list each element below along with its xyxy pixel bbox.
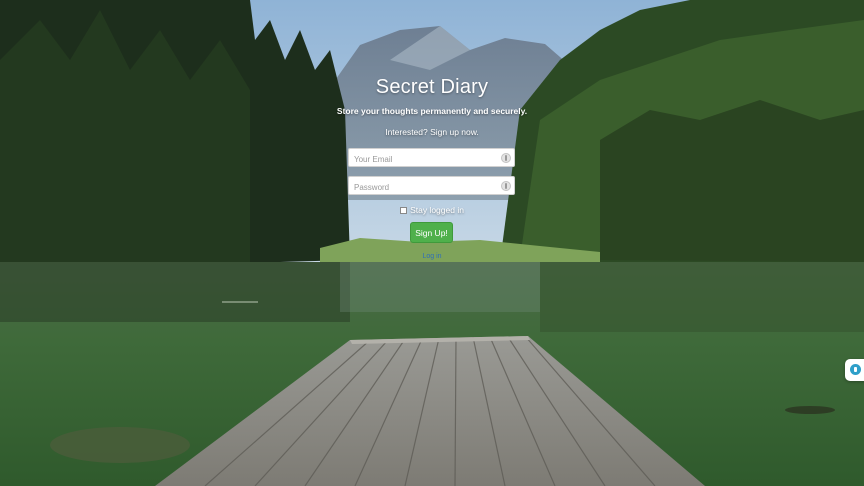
log-in-link[interactable]: Log in	[0, 253, 864, 260]
assistant-widget-button[interactable]	[845, 359, 864, 381]
signup-panel: Secret Diary Store your thoughts permane…	[0, 0, 864, 486]
email-input[interactable]	[349, 151, 514, 168]
signup-prompt: Interested? Sign up now.	[385, 127, 479, 137]
password-input[interactable]	[349, 179, 514, 196]
stay-logged-in-label[interactable]: Stay logged in	[410, 205, 464, 215]
password-field-wrapper	[348, 176, 515, 196]
stay-logged-in-row: Stay logged in	[0, 205, 864, 215]
password-manager-key-icon[interactable]	[501, 153, 511, 163]
page-title: Secret Diary	[375, 76, 489, 98]
assistant-widget-icon	[850, 364, 861, 375]
sign-up-button[interactable]: Sign Up!	[410, 222, 453, 243]
stay-logged-in-checkbox[interactable]	[400, 207, 408, 214]
tagline: Store your thoughts permanently and secu…	[336, 106, 528, 116]
password-manager-key-icon[interactable]	[501, 181, 511, 191]
email-field-wrapper	[348, 148, 515, 168]
